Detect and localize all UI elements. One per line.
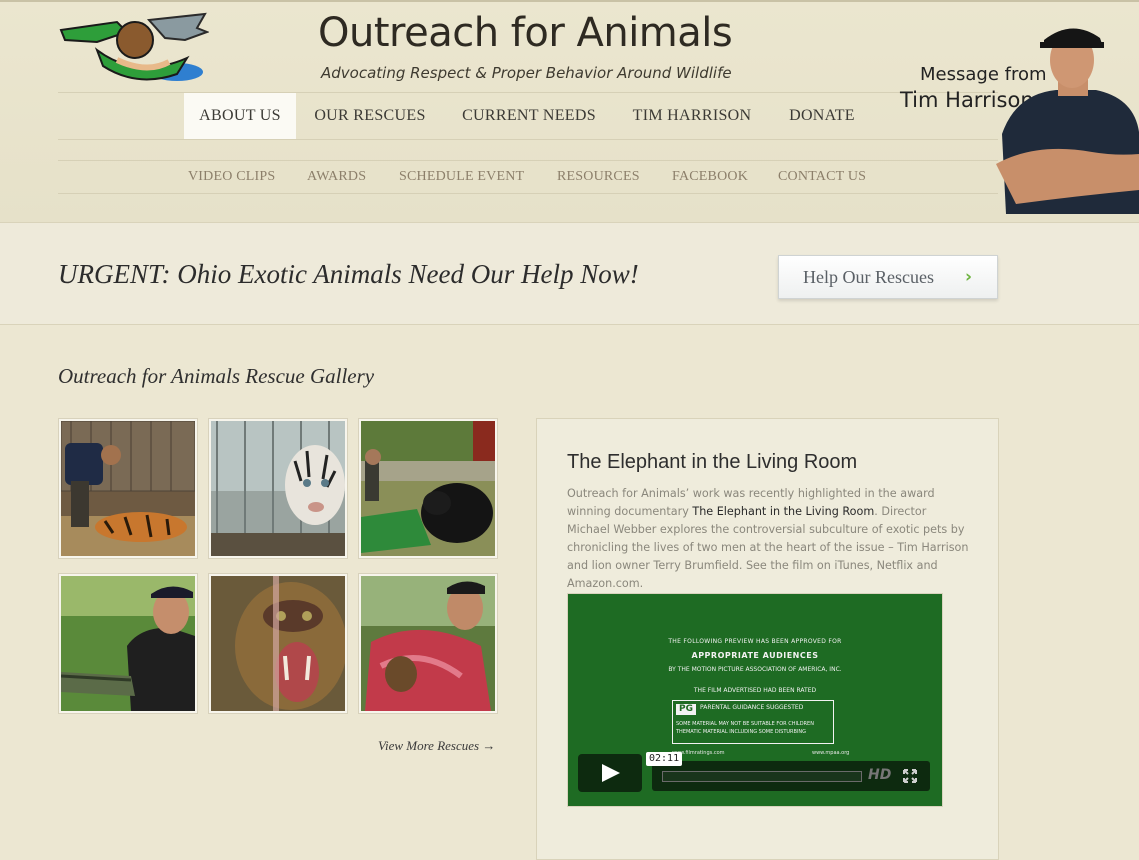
nav-donate[interactable]: DONATE: [776, 93, 868, 139]
nav-resources[interactable]: RESOURCES: [557, 161, 640, 193]
nav-facebook[interactable]: FACEBOOK: [672, 161, 748, 193]
video-player[interactable]: THE FOLLOWING PREVIEW HAS BEEN APPROVED …: [567, 593, 943, 807]
nav-schedule-event[interactable]: SCHEDULE EVENT: [399, 161, 524, 193]
main-navigation: ABOUT US OUR RESCUES CURRENT NEEDS TIM H…: [58, 92, 998, 140]
feature-title: The Elephant in the Living Room: [567, 451, 858, 473]
video-time-badge: 02:11: [646, 752, 683, 766]
pg-rating-box: PG PARENTAL GUIDANCE SUGGESTED SOME MATE…: [672, 700, 834, 744]
chevron-right-icon: ›: [965, 267, 973, 287]
play-icon: [602, 764, 620, 782]
gallery-thumb-monkey-blanket[interactable]: [358, 573, 498, 714]
black-bear-photo: [361, 421, 495, 556]
monkey-in-blanket-photo: [361, 576, 495, 711]
nav-contact-us[interactable]: CONTACT US: [778, 161, 866, 193]
site-header: Outreach for Animals Advocating Respect …: [0, 0, 1139, 223]
video-controls: HD: [652, 761, 930, 791]
site-title[interactable]: Outreach for Animals: [318, 10, 733, 56]
gallery-heading: Outreach for Animals Rescue Gallery: [58, 364, 375, 388]
rating-line-mpaa: BY THE MOTION PICTURE ASSOCIATION OF AME…: [668, 666, 842, 673]
top-border: [0, 0, 1139, 2]
documentary-title-link[interactable]: The Elephant in the Living Room: [692, 505, 874, 518]
mpaa-site: www.mpaa.org: [812, 750, 850, 756]
site-tagline: Advocating Respect & Proper Behavior Aro…: [321, 64, 732, 82]
nav-tim-harrison[interactable]: TIM HARRISON: [620, 93, 764, 139]
nav-video-clips[interactable]: VIDEO CLIPS: [188, 161, 275, 193]
gallery-thumb-black-bear[interactable]: [358, 418, 498, 559]
view-more-rescues-link[interactable]: View More Rescues →: [378, 738, 495, 754]
rating-box-line3: THEMATIC MATERIAL INCLUDING SOME DISTURB…: [676, 729, 807, 735]
gallery-thumb-mandrill[interactable]: [208, 573, 348, 714]
tiger-rescue-photo: [61, 421, 195, 556]
site-logo[interactable]: [57, 10, 209, 84]
video-progress-bar[interactable]: [662, 771, 862, 782]
gallery-thumb-white-tiger[interactable]: [208, 418, 348, 559]
play-button[interactable]: [578, 754, 642, 792]
help-our-rescues-button[interactable]: Help Our Rescues ›: [778, 255, 998, 299]
hd-toggle[interactable]: HD: [868, 767, 891, 783]
feature-description: Outreach for Animals’ work was recently …: [567, 485, 972, 593]
rating-card: THE FOLLOWING PREVIEW HAS BEEN APPROVED …: [568, 638, 942, 694]
alligator-photo: [61, 576, 195, 711]
rating-line-rated: THE FILM ADVERTISED HAD BEEN RATED: [693, 687, 817, 694]
gallery-thumb-tiger[interactable]: [58, 418, 198, 559]
rating-line-approved: THE FOLLOWING PREVIEW HAS BEEN APPROVED …: [668, 638, 842, 645]
gallery-thumb-alligator[interactable]: [58, 573, 198, 714]
pg-badge: PG: [676, 704, 696, 715]
nav-our-rescues[interactable]: OUR RESCUES: [302, 93, 438, 139]
urgent-headline: URGENT: Ohio Exotic Animals Need Our Hel…: [58, 259, 639, 289]
feature-panel: The Elephant in the Living Room Outreach…: [536, 418, 999, 860]
fullscreen-icon[interactable]: [902, 768, 918, 784]
white-tiger-photo: [211, 421, 345, 556]
tim-harrison-portrait[interactable]: [996, 14, 1139, 214]
urgent-banner: URGENT: Ohio Exotic Animals Need Our Hel…: [0, 223, 1139, 325]
nav-about-us[interactable]: ABOUT US: [184, 93, 296, 139]
pg-text: PARENTAL GUIDANCE SUGGESTED: [700, 704, 804, 711]
nav-awards[interactable]: AWARDS: [307, 161, 366, 193]
help-button-label: Help Our Rescues: [803, 267, 934, 287]
secondary-navigation: VIDEO CLIPS AWARDS SCHEDULE EVENT RESOUR…: [58, 160, 998, 194]
rating-line-audiences: APPROPRIATE AUDIENCES: [691, 651, 819, 660]
rating-box-line2: SOME MATERIAL MAY NOT BE SUITABLE FOR CH…: [676, 721, 814, 727]
mandrill-photo: [211, 576, 345, 711]
nav-current-needs[interactable]: CURRENT NEEDS: [450, 93, 608, 139]
